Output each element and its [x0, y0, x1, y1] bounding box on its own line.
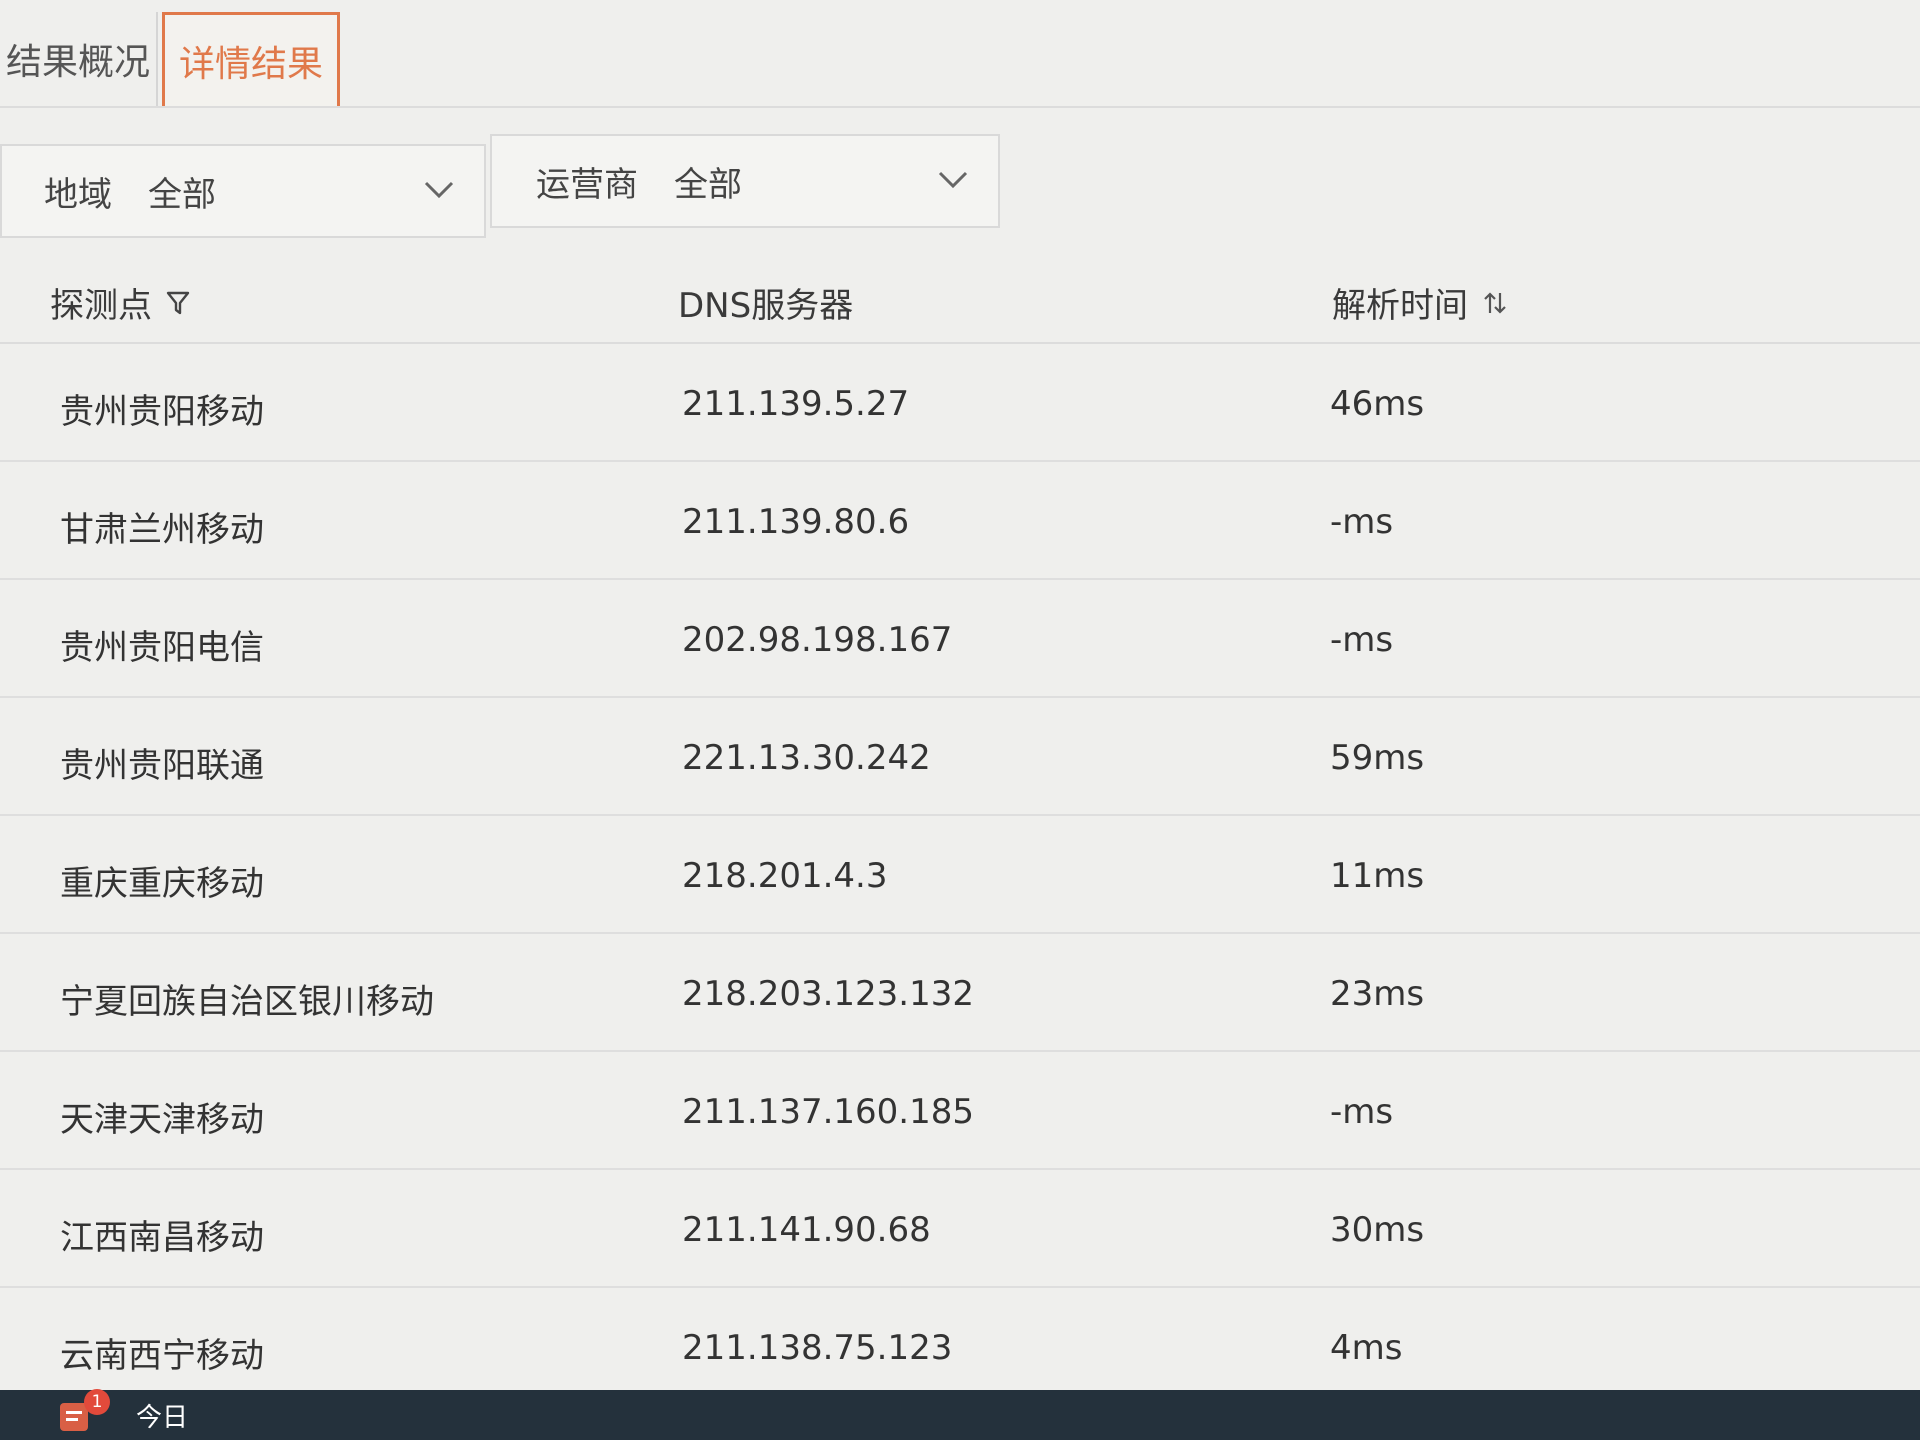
result-tabs: 结果概况 详情结果 [0, 0, 1920, 108]
dns-cell: 211.141.90.68 [682, 1210, 931, 1250]
carrier-select[interactable]: 运营商 全部 [490, 134, 1000, 228]
probe-cell: 江西南昌移动 [60, 1218, 264, 1258]
header-time-label: 解析时间 [1332, 286, 1468, 326]
notification-badge: 1 [84, 1389, 110, 1415]
header-probe-label: 探测点 [50, 286, 152, 326]
time-cell: 59ms [1330, 738, 1425, 778]
filter-bar: 地域 全部 运营商 全部 [0, 134, 1000, 238]
tab-details[interactable]: 详情结果 [162, 12, 340, 106]
sort-icon[interactable] [1482, 290, 1508, 316]
table-row: 江西南昌移动 211.141.90.68 30ms [0, 1170, 1920, 1288]
table-row: 甘肃兰州移动 211.139.80.6 -ms [0, 462, 1920, 580]
probe-cell: 云南西宁移动 [60, 1336, 264, 1376]
region-select-label: 地域 [44, 174, 112, 215]
time-cell: 4ms [1330, 1328, 1403, 1368]
table-row: 贵州贵阳联通 221.13.30.242 59ms [0, 698, 1920, 816]
carrier-select-label: 运营商 [536, 164, 638, 205]
table-header: 探测点 DNS服务器 解析时间 [0, 248, 1920, 344]
header-time: 解析时间 [1332, 278, 1508, 327]
table-row: 云南西宁移动 211.138.75.123 4ms [0, 1288, 1920, 1406]
filter-icon[interactable] [166, 290, 190, 316]
tab-summary[interactable]: 结果概况 [0, 12, 158, 106]
probe-cell: 宁夏回族自治区银川移动 [60, 982, 434, 1022]
probe-cell: 贵州贵阳电信 [60, 628, 264, 668]
table-row: 重庆重庆移动 218.201.4.3 11ms [0, 816, 1920, 934]
chevron-down-icon [938, 171, 968, 189]
dns-cell: 211.139.5.27 [682, 384, 910, 424]
probe-cell: 天津天津移动 [60, 1100, 264, 1140]
table-row: 贵州贵阳移动 211.139.5.27 46ms [0, 344, 1920, 462]
header-probe: 探测点 [50, 278, 190, 327]
time-cell: -ms [1330, 1092, 1394, 1132]
dns-cell: 211.137.160.185 [682, 1092, 975, 1132]
taskbar: 1 今日 [0, 1389, 1920, 1440]
table-row: 宁夏回族自治区银川移动 218.203.123.132 23ms [0, 934, 1920, 1052]
table-row: 天津天津移动 211.137.160.185 -ms [0, 1052, 1920, 1170]
probe-cell: 甘肃兰州移动 [60, 510, 264, 550]
taskbar-app[interactable]: 1 [56, 1389, 110, 1435]
dns-cell: 221.13.30.242 [682, 738, 931, 778]
region-select[interactable]: 地域 全部 [0, 144, 486, 238]
dns-cell: 211.138.75.123 [682, 1328, 953, 1368]
table-body: 贵州贵阳移动 211.139.5.27 46ms 甘肃兰州移动 211.139.80.6… [0, 344, 1920, 1406]
time-cell: -ms [1330, 620, 1394, 660]
carrier-select-value: 全部 [674, 164, 742, 205]
header-dns: DNS服务器 [678, 278, 853, 327]
region-select-value: 全部 [148, 174, 216, 215]
header-dns-label: DNS服务器 [678, 286, 854, 326]
time-cell: 30ms [1330, 1210, 1425, 1250]
taskbar-today[interactable]: 今日 [136, 1397, 188, 1434]
probe-cell: 贵州贵阳移动 [60, 392, 264, 432]
dns-cell: 202.98.198.167 [682, 620, 953, 660]
time-cell: -ms [1330, 502, 1394, 542]
dns-cell: 218.203.123.132 [682, 974, 975, 1014]
time-cell: 46ms [1330, 384, 1425, 424]
table-row: 贵州贵阳电信 202.98.198.167 -ms [0, 580, 1920, 698]
results-table: 探测点 DNS服务器 解析时间 贵州贵阳移动 211.139.5.27 46ms 甘肃… [0, 248, 1920, 1406]
dns-cell: 218.201.4.3 [682, 856, 888, 896]
probe-cell: 重庆重庆移动 [60, 864, 264, 904]
probe-cell: 贵州贵阳联通 [60, 746, 264, 786]
time-cell: 23ms [1330, 974, 1425, 1014]
chevron-down-icon [424, 181, 454, 199]
dns-cell: 211.139.80.6 [682, 502, 910, 542]
time-cell: 11ms [1330, 856, 1425, 896]
